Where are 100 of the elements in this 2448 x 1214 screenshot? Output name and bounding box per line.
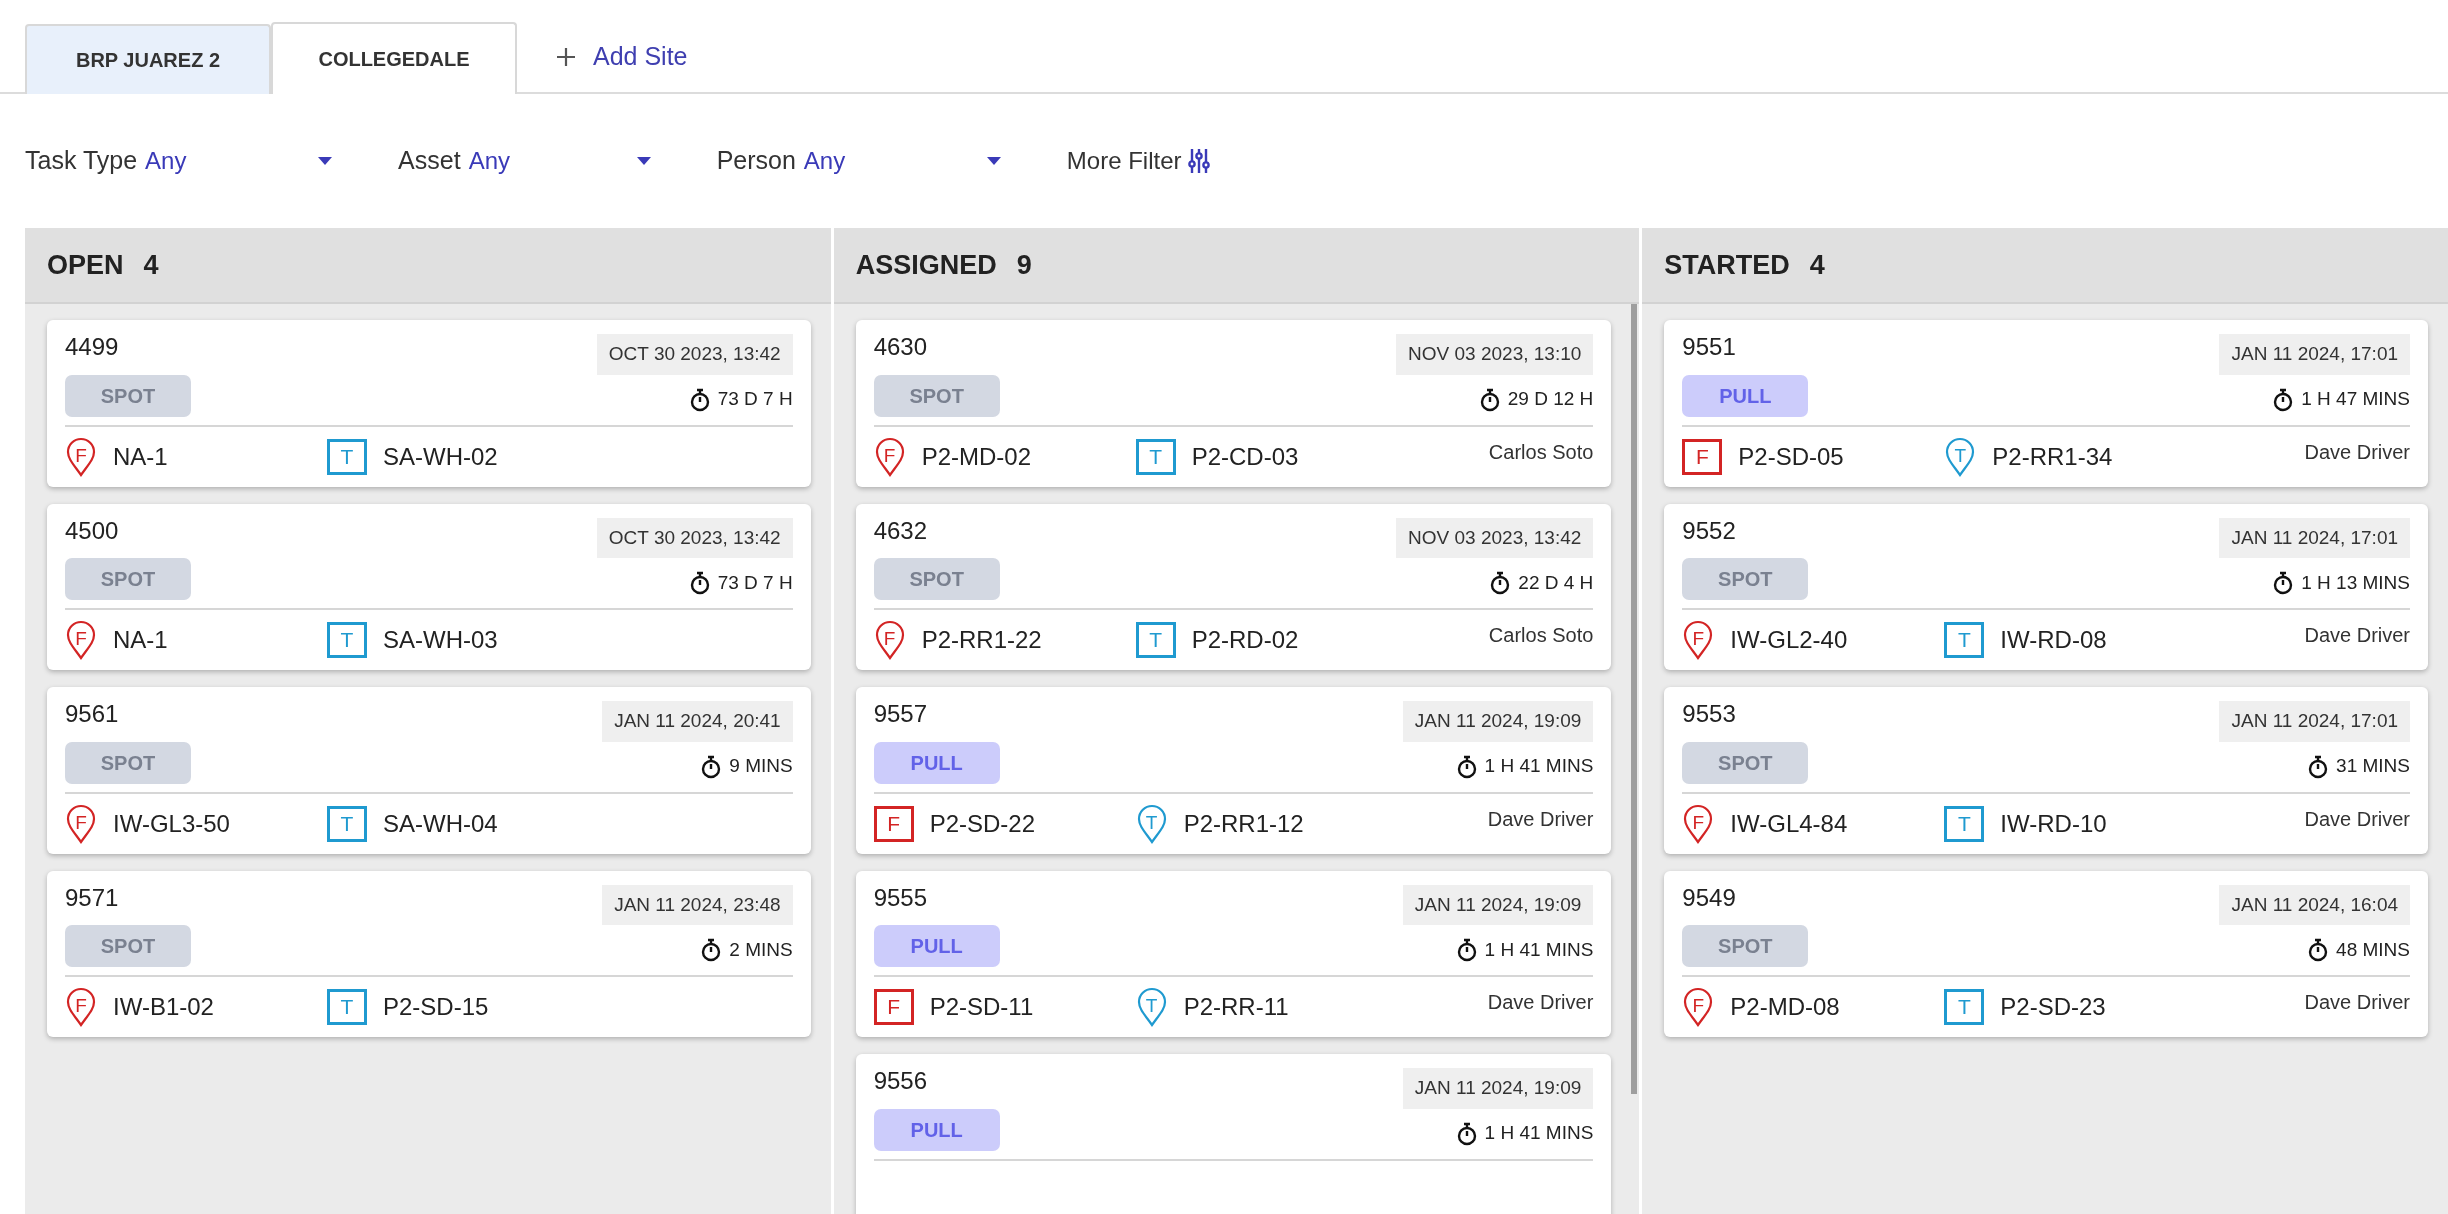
more-filter-button[interactable]: More Filter xyxy=(1066,143,1210,179)
stopwatch-icon xyxy=(1490,571,1511,595)
task-card[interactable]: 9553 JAN 11 2024, 17:01 SPOT 31 MINS F IW-GL4-84 T IW-RD-10 Dave Driver xyxy=(1664,687,2428,854)
assignee-name: Dave Driver xyxy=(2304,439,2410,465)
site-tab[interactable]: COLLEGEDALE xyxy=(271,22,517,94)
location-text: P2-SD-11 xyxy=(929,992,1034,1022)
from-marker: F xyxy=(65,436,97,477)
from-marker: F xyxy=(873,805,914,842)
date-chip: JAN 11 2024, 23:48 xyxy=(602,884,793,925)
task-type-badge: SPOT xyxy=(873,558,1000,600)
task-card[interactable]: 9556 JAN 11 2024, 19:09 PULL 1 H 41 MINS xyxy=(855,1054,1612,1214)
to-marker: T xyxy=(327,622,367,658)
filter-select[interactable]: Any xyxy=(137,143,343,179)
location-text: NA-1 xyxy=(113,441,168,472)
date-chip: OCT 30 2023, 13:42 xyxy=(596,334,793,375)
to-marker: T xyxy=(1944,989,1985,1025)
date-chip: JAN 11 2024, 20:41 xyxy=(602,701,793,742)
column-count: 9 xyxy=(1016,248,1032,282)
elapsed-time: 73 D 7 H xyxy=(717,387,793,412)
date-chip: JAN 11 2024, 17:01 xyxy=(2219,334,2410,375)
task-card[interactable]: 9549 JAN 11 2024, 16:04 SPOT 48 MINS F P2-MD-08 T P2-SD-23 Dave Driver xyxy=(1664,870,2428,1037)
location-text: P2-RR1-34 xyxy=(1992,441,2113,472)
task-id: 9553 xyxy=(1682,701,1736,728)
stopwatch-icon xyxy=(1479,387,1500,412)
stopwatch-icon xyxy=(689,387,710,412)
task-card[interactable]: 4632 NOV 03 2023, 13:42 SPOT 22 D 4 H F P2-RR1-22 T P2-RD-02 Carlos Soto xyxy=(855,503,1612,670)
location-text: P2-SD-05 xyxy=(1738,441,1844,472)
task-id: 4630 xyxy=(873,334,928,361)
task-card[interactable]: 9561 JAN 11 2024, 20:41 SPOT 9 MINS F IW-GL3-50 T SA-WH-04 xyxy=(47,687,811,854)
location-text: P2-MD-08 xyxy=(1730,992,1840,1022)
date-chip: NOV 03 2023, 13:10 xyxy=(1396,334,1594,375)
from-marker: F xyxy=(1682,620,1715,660)
elapsed-time: 31 MINS xyxy=(2336,754,2410,779)
column-count: 4 xyxy=(143,248,159,282)
date-chip: JAN 11 2024, 19:09 xyxy=(1402,1068,1594,1109)
from-marker: F xyxy=(65,620,97,660)
date-chip: JAN 11 2024, 17:01 xyxy=(2219,517,2410,558)
task-id: 9557 xyxy=(873,701,928,728)
filter-label: Asset xyxy=(398,145,461,177)
column-title: OPEN xyxy=(47,248,124,282)
task-card[interactable]: 4630 NOV 03 2023, 13:10 SPOT 29 D 12 H F P2-MD-02 T P2-CD-03 Carlos Soto xyxy=(855,320,1612,487)
task-card[interactable]: 9552 JAN 11 2024, 17:01 SPOT 1 H 13 MINS F IW-GL2-40 T IW-RD-08 Dave Driver xyxy=(1664,503,2428,670)
elapsed-time: 9 MINS xyxy=(729,754,793,779)
assignee-name: Dave Driver xyxy=(1487,806,1594,832)
assignee-name: Dave Driver xyxy=(2304,623,2410,648)
date-chip: JAN 11 2024, 19:09 xyxy=(1402,701,1594,742)
date-chip: JAN 11 2024, 19:09 xyxy=(1402,884,1594,925)
to-marker: T xyxy=(1944,436,1977,477)
location-text: IW-GL4-84 xyxy=(1730,808,1848,839)
task-type-badge: SPOT xyxy=(65,558,191,600)
task-id: 9551 xyxy=(1682,334,1736,361)
from-marker: F xyxy=(65,803,97,844)
scrollbar[interactable] xyxy=(1631,304,1638,1094)
task-card[interactable]: 4500 OCT 30 2023, 13:42 SPOT 73 D 7 H F NA-1 T SA-WH-03 xyxy=(47,503,811,670)
site-tab[interactable]: BRP JUAREZ 2 xyxy=(25,24,271,94)
stopwatch-icon xyxy=(1456,754,1477,779)
location-text: P2-RR1-22 xyxy=(921,625,1042,655)
stopwatch-icon xyxy=(2308,754,2329,779)
location-text: IW-GL3-50 xyxy=(113,808,230,839)
add-site-button[interactable]: Add Site xyxy=(517,22,688,92)
date-chip: NOV 03 2023, 13:42 xyxy=(1396,517,1594,558)
location-text: P2-SD-23 xyxy=(2000,992,2106,1022)
assignee-name: Carlos Soto xyxy=(1488,439,1594,465)
location-text: P2-SD-15 xyxy=(383,992,489,1022)
caret-icon xyxy=(318,157,333,165)
elapsed-time: 29 D 12 H xyxy=(1507,387,1594,412)
task-id: 9556 xyxy=(873,1068,928,1095)
stopwatch-icon xyxy=(689,571,710,595)
task-type-badge: PULL xyxy=(873,925,1000,967)
task-id: 9555 xyxy=(873,884,928,911)
column-title: STARTED xyxy=(1664,248,1790,282)
assignee-name: Carlos Soto xyxy=(1488,623,1594,648)
stopwatch-icon xyxy=(1456,938,1477,962)
from-marker: F xyxy=(873,989,914,1025)
filter-label: Task Type xyxy=(25,145,138,177)
task-card[interactable]: 9557 JAN 11 2024, 19:09 PULL 1 H 41 MINS F P2-SD-22 T P2-RR1-12 Dave Driver xyxy=(855,687,1612,854)
task-id: 9561 xyxy=(65,701,119,728)
stopwatch-icon xyxy=(2308,938,2329,962)
stopwatch-icon xyxy=(1456,1121,1477,1146)
task-card[interactable]: 9551 JAN 11 2024, 17:01 PULL 1 H 47 MINS F P2-SD-05 T P2-RR1-34 Dave Driver xyxy=(1664,320,2428,487)
to-marker: T xyxy=(1944,805,1985,842)
task-id: 4632 xyxy=(873,517,928,544)
task-card[interactable]: 9571 JAN 11 2024, 23:48 SPOT 2 MINS F IW-B1-02 T P2-SD-15 xyxy=(47,870,811,1037)
to-marker: T xyxy=(1944,622,1985,658)
elapsed-time: 48 MINS xyxy=(2336,937,2410,962)
filter-select[interactable]: Any xyxy=(460,143,661,179)
task-type-badge: SPOT xyxy=(65,741,191,784)
elapsed-time: 1 H 41 MINS xyxy=(1484,754,1594,779)
to-marker: T xyxy=(1135,803,1168,844)
task-card[interactable]: 9555 JAN 11 2024, 19:09 PULL 1 H 41 MINS F P2-SD-11 T P2-RR-11 Dave Driver xyxy=(855,870,1612,1037)
assignee-name: Dave Driver xyxy=(2304,990,2410,1015)
location-text: P2-SD-22 xyxy=(929,808,1036,839)
elapsed-time: 1 H 47 MINS xyxy=(2301,387,2410,412)
to-marker: T xyxy=(1135,622,1176,658)
date-chip: JAN 11 2024, 16:04 xyxy=(2219,884,2410,925)
task-card[interactable]: 4499 OCT 30 2023, 13:42 SPOT 73 D 7 H F NA-1 T SA-WH-02 xyxy=(47,320,811,487)
task-type-badge: SPOT xyxy=(65,925,191,967)
filter-select[interactable]: Any xyxy=(795,143,1011,179)
task-type-badge: PULL xyxy=(1682,374,1809,417)
caret-icon xyxy=(636,157,651,165)
